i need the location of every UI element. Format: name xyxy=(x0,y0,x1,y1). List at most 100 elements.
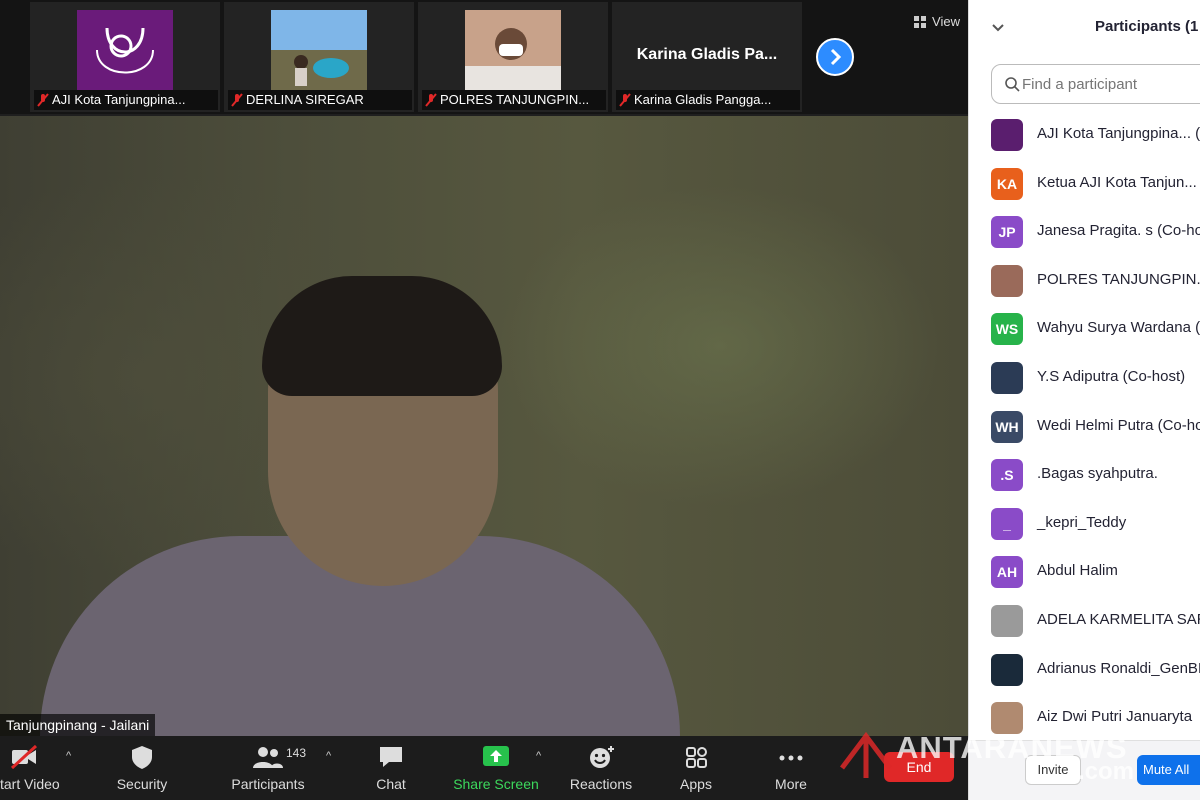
participant-row[interactable]: Adrianus Ronaldi_GenBI xyxy=(969,645,1200,694)
more-button[interactable]: More xyxy=(764,736,818,800)
participant-avatar xyxy=(991,264,1023,297)
participant-name: Wedi Helmi Putra (Co-ho xyxy=(1037,416,1200,434)
thumbnail-tile[interactable]: AJI Kota Tanjungpina... xyxy=(30,2,220,112)
view-button[interactable]: View xyxy=(914,14,960,29)
share-screen-icon xyxy=(483,746,509,766)
search-input[interactable] xyxy=(1022,74,1200,94)
participant-avatar xyxy=(991,361,1023,394)
participant-row[interactable]: POLRES TANJUNGPIN... xyxy=(969,256,1200,305)
participants-panel: Participants (1 AJI Kota Tanjungpina... … xyxy=(968,0,1200,800)
share-screen-button[interactable]: Share Screen xyxy=(448,736,544,800)
more-dots-icon xyxy=(779,755,803,761)
participant-photo-icon xyxy=(465,10,561,90)
participant-name: Abdul Halim xyxy=(1037,562,1118,580)
participant-row[interactable]: Aiz Dwi Putri Januaryta xyxy=(969,693,1200,742)
participant-row[interactable]: KA Ketua AJI Kota Tanjun... xyxy=(969,159,1200,208)
grid-icon xyxy=(914,15,927,28)
thumbnail-name: DERLINA SIREGAR xyxy=(228,90,412,110)
search-icon xyxy=(1005,77,1020,92)
participant-avatar xyxy=(991,604,1023,637)
participant-avatar: WH xyxy=(991,410,1023,443)
chevron-down-icon[interactable] xyxy=(991,20,1005,34)
participant-avatar: AH xyxy=(991,556,1023,589)
participant-avatar: _ xyxy=(991,507,1023,540)
panel-title: Participants (1 xyxy=(1095,18,1199,35)
participant-row[interactable]: ADELA KARMELITA SARI xyxy=(969,596,1200,645)
meeting-toolbar: tart Video ^ Security Participants 143 ^… xyxy=(0,736,968,800)
aji-logo-icon xyxy=(77,10,173,90)
participant-row[interactable]: WH Wedi Helmi Putra (Co-ho xyxy=(969,402,1200,451)
participant-row[interactable]: AJI Kota Tanjungpina... ( xyxy=(969,110,1200,159)
thumbnail-name: Karina Gladis Pangga... xyxy=(616,90,800,110)
chevron-right-icon xyxy=(830,48,842,66)
next-page-button[interactable] xyxy=(816,38,854,76)
participant-avatar: .S xyxy=(991,459,1023,492)
participant-avatar: JP xyxy=(991,216,1023,249)
participant-name: .Bagas syahputra. xyxy=(1037,465,1158,483)
zoom-meeting-window: AJI Kota Tanjungpina... DERLINA SIREGAR xyxy=(0,0,1200,800)
view-label: View xyxy=(932,14,960,29)
chat-label: Chat xyxy=(376,776,406,792)
mute-all-button[interactable]: Mute All xyxy=(1137,755,1200,785)
speaker-hair xyxy=(262,276,502,396)
participant-name: POLRES TANJUNGPIN... xyxy=(1037,270,1200,288)
end-meeting-button[interactable]: End xyxy=(884,752,954,782)
participant-row[interactable]: JP Janesa Pragita. s (Co-ho xyxy=(969,207,1200,256)
shield-icon xyxy=(132,746,152,769)
participant-count-badge: 143 xyxy=(286,746,307,760)
participant-row[interactable]: .S .Bagas syahputra. xyxy=(969,450,1200,499)
participant-search[interactable] xyxy=(991,64,1200,104)
participant-name: AJI Kota Tanjungpina... ( xyxy=(1037,125,1200,142)
video-options-caret-icon[interactable]: ^ xyxy=(66,750,71,762)
participants-options-caret-icon[interactable]: ^ xyxy=(326,750,331,762)
participant-name: Janesa Pragita. s (Co-ho xyxy=(1037,222,1200,240)
share-screen-label: Share Screen xyxy=(453,776,539,792)
more-label: More xyxy=(775,776,807,792)
participant-name: Wahyu Surya Wardana ( xyxy=(1037,319,1200,337)
thumbnail-tile[interactable]: POLRES TANJUNGPIN... xyxy=(418,2,608,112)
participant-photo-icon xyxy=(271,10,367,90)
panel-header: Participants (1 xyxy=(969,0,1200,56)
mic-muted-icon xyxy=(231,93,243,107)
video-off-icon xyxy=(10,744,38,770)
mic-muted-icon xyxy=(37,93,49,107)
thumbnail-strip: AJI Kota Tanjungpina... DERLINA SIREGAR xyxy=(0,0,968,114)
start-video-label: tart Video xyxy=(0,776,60,792)
mic-muted-icon xyxy=(619,93,631,107)
reactions-label: Reactions xyxy=(569,776,633,792)
participant-name: Adrianus Ronaldi_GenBI xyxy=(1037,659,1200,677)
participant-name: Y.S Adiputra (Co-host) xyxy=(1037,367,1186,385)
thumbnail-name-text: DERLINA SIREGAR xyxy=(246,92,364,107)
participant-avatar xyxy=(991,119,1023,151)
chat-button[interactable]: Chat xyxy=(364,736,418,800)
participant-avatar xyxy=(991,702,1023,735)
apps-icon xyxy=(686,747,707,768)
reactions-button[interactable]: Reactions xyxy=(564,736,638,800)
participant-avatar: WS xyxy=(991,313,1023,346)
thumbnail-tile[interactable]: Karina Gladis Pa... Karina Gladis Pangga… xyxy=(612,2,802,112)
thumbnail-tile[interactable]: DERLINA SIREGAR xyxy=(224,2,414,112)
video-area: AJI Kota Tanjungpina... DERLINA SIREGAR xyxy=(0,0,968,800)
thumbnail-name: AJI Kota Tanjungpina... xyxy=(34,90,218,110)
participant-avatar xyxy=(991,653,1023,686)
thumbnail-name-text: AJI Kota Tanjungpina... xyxy=(52,92,186,107)
participant-name: ADELA KARMELITA SARI xyxy=(1037,610,1200,628)
participant-name: Ketua AJI Kota Tanjun... xyxy=(1037,173,1197,191)
invite-button[interactable]: Invite xyxy=(1025,755,1081,785)
participant-name: _kepri_Teddy xyxy=(1037,513,1127,531)
participant-row[interactable]: WS Wahyu Surya Wardana ( xyxy=(969,304,1200,353)
start-video-button[interactable]: tart Video xyxy=(0,736,62,800)
security-label: Security xyxy=(116,776,168,792)
apps-button[interactable]: Apps xyxy=(670,736,722,800)
panel-footer: Invite Mute All xyxy=(969,740,1200,800)
chat-bubble-icon xyxy=(380,747,402,767)
participant-row[interactable]: Y.S Adiputra (Co-host) xyxy=(969,353,1200,402)
thumbnail-name-text: POLRES TANJUNGPIN... xyxy=(440,92,590,107)
participant-row[interactable]: AH Abdul Halim xyxy=(969,547,1200,596)
security-button[interactable]: Security xyxy=(106,736,178,800)
thumbnail-name: POLRES TANJUNGPIN... xyxy=(422,90,606,110)
share-options-caret-icon[interactable]: ^ xyxy=(536,750,541,762)
participant-row[interactable]: _ _kepri_Teddy xyxy=(969,499,1200,548)
participant-list: AJI Kota Tanjungpina... ( KA Ketua AJI Kot… xyxy=(969,110,1200,742)
apps-label: Apps xyxy=(680,776,712,792)
